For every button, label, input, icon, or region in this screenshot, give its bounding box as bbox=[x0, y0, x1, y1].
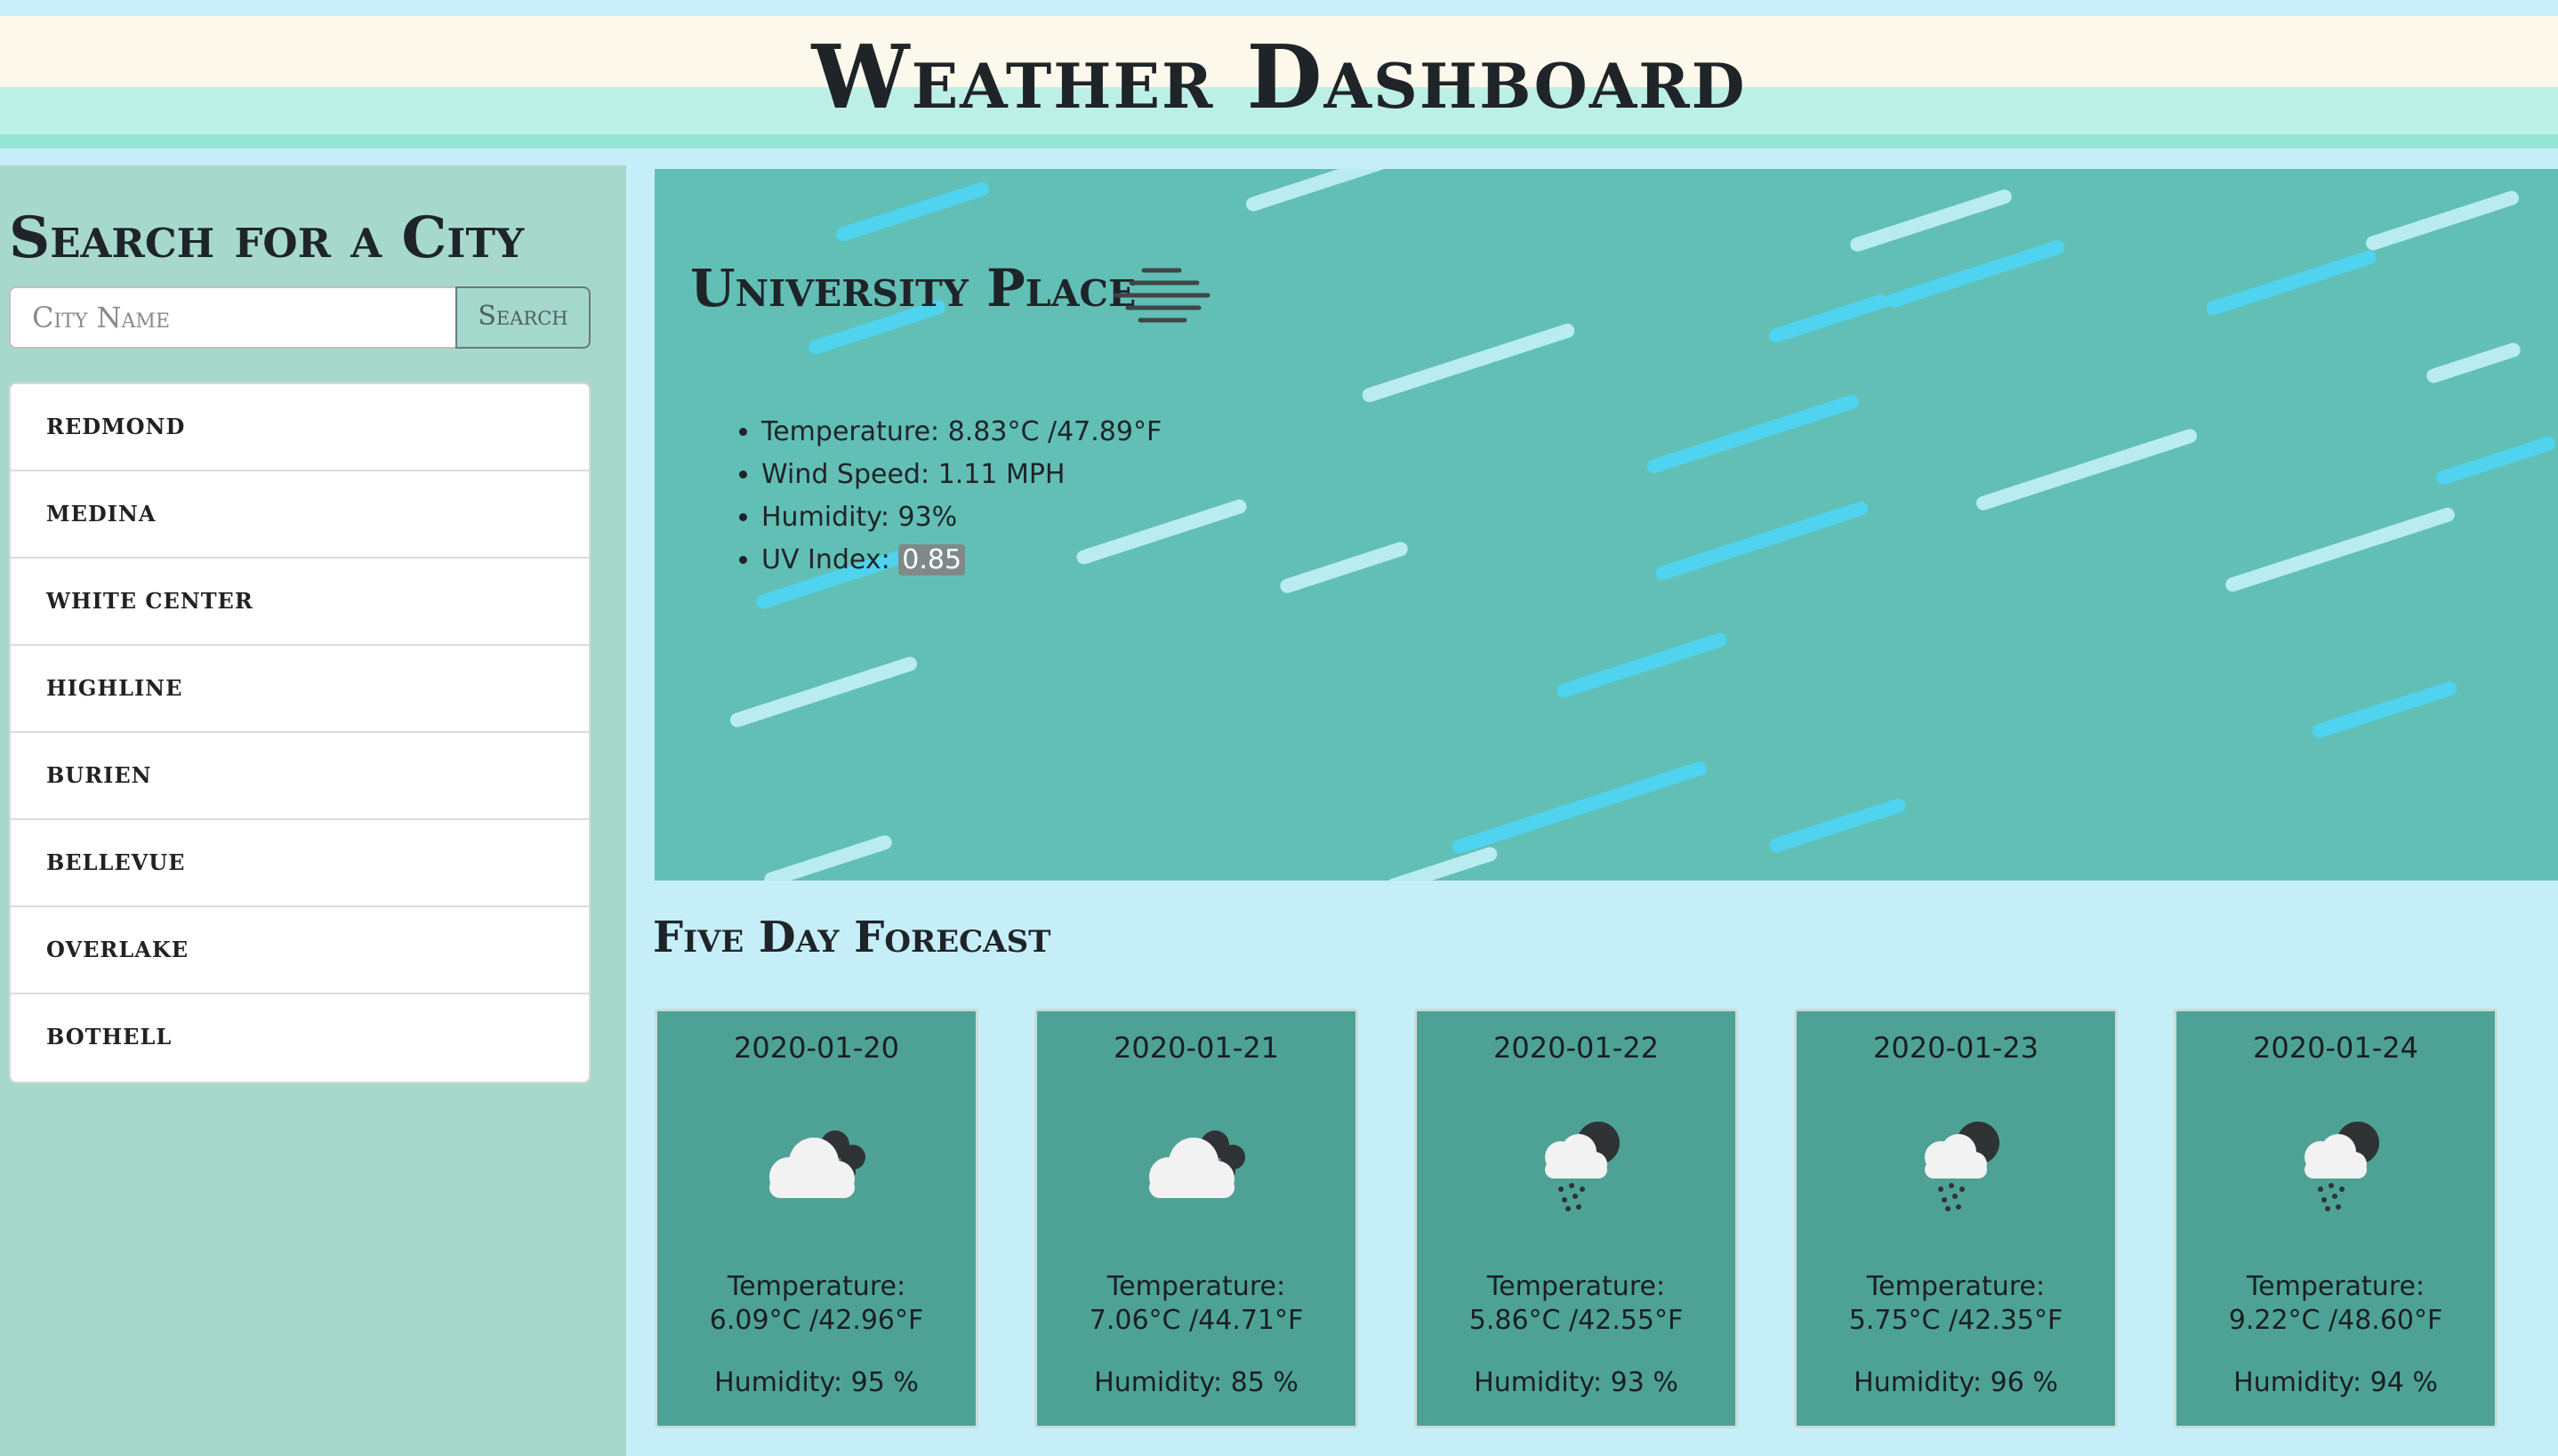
mist-icon bbox=[1113, 268, 1211, 323]
rain-streak bbox=[1848, 188, 2014, 253]
forecast-temperature-label: Temperature: bbox=[2246, 1271, 2425, 1302]
city-item-bellevue[interactable]: BELLEVUE bbox=[11, 820, 589, 907]
city-item-overlake[interactable]: OVERLAKE bbox=[11, 907, 589, 994]
forecast-temperature-label: Temperature: bbox=[1866, 1271, 2046, 1302]
rain-streak bbox=[1645, 392, 1862, 476]
city-item-highline[interactable]: HIGHLINE bbox=[11, 646, 589, 733]
current-uv-index: UV Index: 0.85 bbox=[761, 539, 1162, 582]
forecast-temperature-label: Temperature: bbox=[1106, 1271, 1286, 1302]
rain-streak bbox=[762, 833, 894, 881]
cloudy-night-icon bbox=[769, 1130, 865, 1198]
forecast-temperature: 7.06°C /44.71°F bbox=[1089, 1305, 1304, 1336]
header-divider bbox=[0, 134, 2558, 149]
top-strip bbox=[0, 0, 2558, 16]
rain-streak bbox=[1555, 631, 1729, 700]
forecast-temperature-label: Temperature: bbox=[1486, 1271, 1666, 1302]
current-stats-list: Temperature: 8.83°C /47.89°F Wind Speed:… bbox=[729, 411, 1162, 582]
search-history-list: REDMOND MEDINA WHITE CENTER HIGHLINE BUR… bbox=[9, 382, 591, 1083]
forecast-card: 2020-01-23 Temperature: 5.75°C /42.35°F … bbox=[1794, 1009, 2118, 1428]
rain-streak bbox=[1243, 169, 1436, 213]
current-humidity: Humidity: 93% bbox=[761, 496, 1162, 539]
forecast-temperature: 5.75°C /42.35°F bbox=[1848, 1305, 2063, 1336]
rain-streak bbox=[1766, 292, 1891, 345]
forecast-date: 2020-01-24 bbox=[2253, 1031, 2418, 1065]
rain-streak bbox=[833, 180, 992, 244]
current-city-name: University Place bbox=[690, 258, 1137, 318]
forecast-humidity: Humidity: 85 % bbox=[1094, 1367, 1299, 1398]
forecast-humidity: Humidity: 94 % bbox=[2233, 1367, 2438, 1398]
city-item-white-center[interactable]: WHITE CENTER bbox=[11, 559, 589, 646]
forecast-card: 2020-01-22 Temperature: 5.86°C /42.55°F … bbox=[1414, 1009, 1738, 1428]
rain-night-icon bbox=[1925, 1122, 1999, 1211]
forecast-humidity: Humidity: 95 % bbox=[714, 1367, 919, 1398]
forecast-humidity: Humidity: 96 % bbox=[1854, 1367, 2058, 1398]
forecast-date: 2020-01-23 bbox=[1873, 1031, 2039, 1065]
forecast-card: 2020-01-20 Temperature: 6.09°C /42.96°F … bbox=[655, 1009, 978, 1428]
rain-streak bbox=[2224, 505, 2457, 594]
city-item-redmond[interactable]: REDMOND bbox=[11, 384, 589, 471]
rain-streak bbox=[1384, 845, 1500, 881]
forecast-card: 2020-01-21 Temperature: 7.06°C /44.71°F … bbox=[1034, 1009, 1358, 1428]
uv-badge: 0.85 bbox=[898, 544, 966, 575]
uv-label: UV Index: bbox=[761, 544, 899, 575]
city-search-input[interactable] bbox=[9, 286, 455, 349]
rain-streak bbox=[1360, 321, 1577, 405]
rain-streak bbox=[1974, 427, 2200, 512]
rain-streak bbox=[1884, 237, 2067, 310]
city-item-medina[interactable]: MEDINA bbox=[11, 471, 589, 559]
rain-night-icon bbox=[1545, 1122, 1620, 1211]
rain-night-icon bbox=[2305, 1122, 2379, 1211]
rain-streak bbox=[2204, 248, 2378, 318]
rain-streak bbox=[2425, 341, 2522, 385]
current-weather-panel: University Place Temperature: 8.83°C /47… bbox=[655, 169, 2558, 881]
rain-streak bbox=[2433, 434, 2558, 487]
search-button[interactable]: Search bbox=[455, 286, 591, 349]
forecast-card: 2020-01-24 Temperature: 9.22°C /48.60°F … bbox=[2174, 1009, 2498, 1428]
cloudy-night-icon bbox=[1149, 1130, 1245, 1198]
forecast-date: 2020-01-22 bbox=[1493, 1031, 1659, 1065]
forecast-temperature-label: Temperature: bbox=[727, 1271, 906, 1302]
rain-streak bbox=[1767, 796, 1908, 855]
search-heading: Search for a City bbox=[9, 205, 525, 271]
forecast-date: 2020-01-20 bbox=[734, 1031, 899, 1065]
forecast-heading: Five Day Forecast bbox=[653, 913, 1051, 962]
rain-streak bbox=[728, 655, 920, 729]
city-item-burien[interactable]: BURIEN bbox=[11, 733, 589, 820]
forecast-temperature: 6.09°C /42.96°F bbox=[709, 1305, 924, 1336]
forecast-date: 2020-01-21 bbox=[1114, 1031, 1279, 1065]
rain-streak bbox=[1653, 499, 1870, 583]
city-item-bothell[interactable]: BOTHELL bbox=[11, 994, 589, 1082]
current-wind-speed: Wind Speed: 1.11 MPH bbox=[761, 454, 1162, 496]
forecast-temperature: 5.86°C /42.55°F bbox=[1468, 1305, 1684, 1336]
forecast-temperature: 9.22°C /48.60°F bbox=[2228, 1305, 2443, 1336]
page-title: Weather Dashboard bbox=[811, 27, 1747, 129]
rain-streak bbox=[2363, 189, 2522, 253]
rain-streak bbox=[2310, 680, 2459, 740]
current-temperature: Temperature: 8.83°C /47.89°F bbox=[761, 411, 1162, 454]
forecast-humidity: Humidity: 93 % bbox=[1474, 1367, 1678, 1398]
rain-streak bbox=[1278, 540, 1410, 595]
rain-streak bbox=[1450, 760, 1709, 856]
